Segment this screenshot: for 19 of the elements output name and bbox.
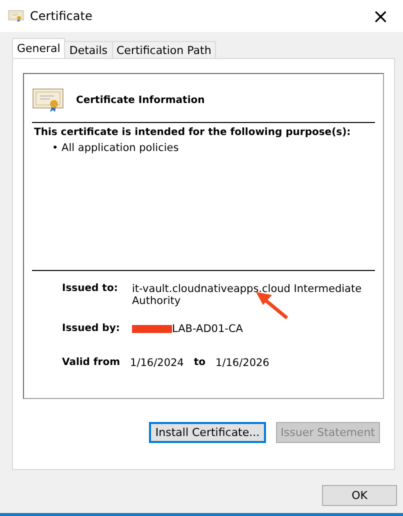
dialog-button[interactable]: Install Certificate... bbox=[149, 422, 266, 443]
ok-button[interactable]: OK bbox=[322, 485, 397, 506]
purpose-item: • All application policies bbox=[52, 142, 180, 154]
certificate-icon bbox=[8, 10, 24, 22]
date-value: 1/16/2026 bbox=[216, 357, 270, 369]
section-heading: Certificate Information bbox=[76, 94, 205, 106]
field-label: Issued by: bbox=[62, 323, 121, 335]
field-label: Valid from bbox=[62, 357, 120, 369]
field-value: it-vault.cloudnativeapps.cloud Intermediate Authority bbox=[132, 283, 363, 307]
close-button[interactable]: × bbox=[366, 4, 395, 28]
tab[interactable]: Certification Path bbox=[112, 41, 216, 58]
tab[interactable]: General bbox=[12, 38, 66, 58]
field-value: LAB-AD01-CA bbox=[172, 323, 243, 335]
window-title: Certificate bbox=[30, 9, 94, 23]
purpose-title: This certificate is intended for the following purpose(s): bbox=[34, 127, 352, 138]
certificate-icon bbox=[32, 88, 64, 112]
date-value: 1/16/2024 bbox=[130, 357, 184, 369]
field-label: to bbox=[194, 357, 206, 369]
field-label: Issued to: bbox=[62, 283, 119, 296]
